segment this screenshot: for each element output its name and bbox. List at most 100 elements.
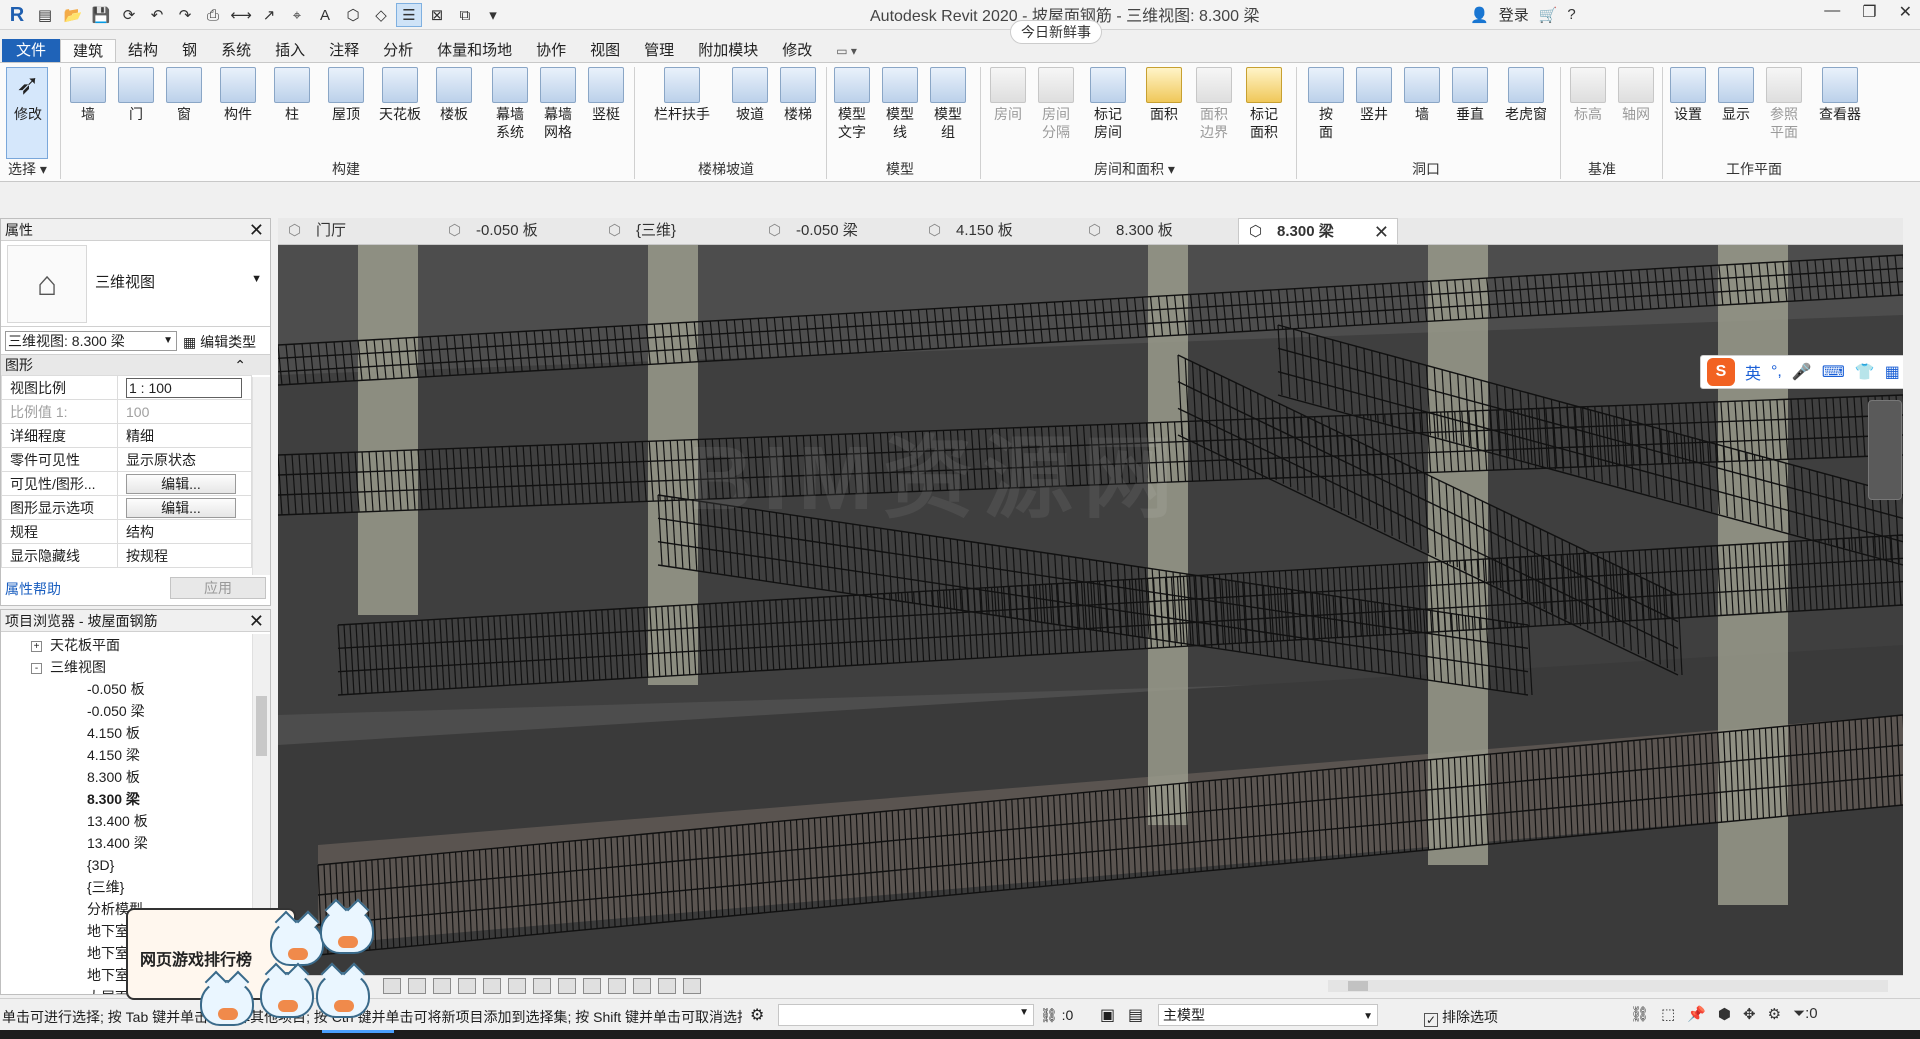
curtain-system-button[interactable]: 幕墙 系统: [486, 67, 534, 141]
reveal-hidden-icon[interactable]: [608, 978, 626, 994]
roof-button[interactable]: 屋顶: [322, 67, 370, 123]
lock-view-icon[interactable]: [558, 978, 576, 994]
tab-architecture[interactable]: 建筑: [60, 39, 117, 63]
shaft-button[interactable]: 竖井: [1350, 67, 1398, 123]
tree-item[interactable]: 8.300 板: [1, 766, 251, 788]
edit-type-button[interactable]: ▦ 编辑类型: [183, 332, 256, 352]
ref-plane-button[interactable]: 参照 平面: [1760, 67, 1808, 141]
save-icon[interactable]: 💾: [88, 3, 114, 27]
close-icon[interactable]: ✕: [249, 610, 264, 632]
highlight-displacement-icon[interactable]: [683, 978, 701, 994]
tree-item[interactable]: 13.400 板: [1, 810, 251, 832]
visual-style-icon[interactable]: [408, 978, 426, 994]
view-tab-active[interactable]: ⬡ 8.300 梁 ✕: [1238, 218, 1398, 244]
design-options-dialog-icon[interactable]: ▣: [1100, 1005, 1115, 1025]
tab-systems[interactable]: 系统: [209, 39, 263, 63]
wall-button[interactable]: 墙: [64, 67, 112, 123]
cart-icon[interactable]: 🛒: [1539, 6, 1558, 24]
apply-button[interactable]: 应用: [170, 577, 266, 599]
view-scale-input[interactable]: 1 : 100: [126, 377, 242, 398]
tree-item[interactable]: 4.150 板: [1, 722, 251, 744]
room-button[interactable]: 房间: [984, 67, 1032, 123]
3d-viewport[interactable]: BIM资源网 S 英 °, 🎤 ⌨ 👕 ▦: [278, 245, 1903, 975]
view-tab[interactable]: ⬡ -0.050 梁: [758, 218, 918, 244]
help-icon[interactable]: ?: [1567, 6, 1575, 23]
user-icon[interactable]: 👤: [1470, 6, 1489, 24]
active-option-icon[interactable]: ▤: [1128, 1005, 1143, 1025]
expand-icon[interactable]: +: [31, 640, 42, 652]
tab-structure[interactable]: 结构: [116, 39, 170, 63]
tab-addins[interactable]: 附加模块: [686, 39, 770, 63]
tag-icon[interactable]: ⌖: [284, 3, 310, 27]
ime-language[interactable]: 英: [1745, 360, 1761, 384]
ribbon-toggle-icon[interactable]: ▭ ▾: [824, 39, 869, 63]
tag-room-button[interactable]: 标记 房间: [1084, 67, 1132, 141]
view-tab[interactable]: ⬡ {三维}: [598, 218, 758, 244]
door-button[interactable]: 门: [112, 67, 160, 123]
level-button[interactable]: 标高: [1564, 67, 1612, 123]
tab-view[interactable]: 视图: [578, 39, 632, 63]
temp-hide-icon[interactable]: [583, 978, 601, 994]
model-line-button[interactable]: 模型 线: [876, 67, 924, 141]
close-icon[interactable]: ✕: [249, 219, 264, 241]
game-ranking-widget[interactable]: 网页游戏排行榜: [120, 900, 390, 1030]
tree-item[interactable]: -0.050 板: [1, 678, 251, 700]
shadows-icon[interactable]: [458, 978, 476, 994]
chevron-down-icon[interactable]: ▼: [251, 273, 262, 285]
tab-insert[interactable]: 插入: [263, 39, 317, 63]
dormer-button[interactable]: 老虎窗: [1498, 67, 1554, 123]
microphone-icon[interactable]: 🎤: [1792, 362, 1812, 382]
select-pinned-icon[interactable]: 📌: [1687, 1005, 1706, 1023]
collapse-icon[interactable]: -: [31, 662, 42, 674]
tab-modify[interactable]: 修改: [770, 39, 824, 63]
tree-folder[interactable]: + 天花板平面: [1, 634, 251, 656]
ramp-button[interactable]: 坡道: [726, 67, 774, 123]
scrollbar-track[interactable]: [1328, 980, 1888, 992]
revit-logo-icon[interactable]: R: [4, 3, 30, 27]
select-links-icon[interactable]: ⛓: [1630, 1005, 1649, 1023]
keyboard-icon[interactable]: ⌨: [1822, 362, 1845, 382]
floor-button[interactable]: 楼板: [430, 67, 478, 123]
render-icon[interactable]: [483, 978, 501, 994]
instance-selector[interactable]: 三维视图: 8.300 梁 ▼: [5, 331, 177, 351]
view-tab[interactable]: ⬡ -0.050 板: [438, 218, 598, 244]
tag-area-button[interactable]: 标记 面积: [1240, 67, 1288, 141]
horizontal-scrollbar[interactable]: [1328, 980, 1888, 992]
scrollbar-thumb[interactable]: [256, 696, 267, 756]
drag-elements-icon[interactable]: ✥: [1743, 1005, 1756, 1023]
grid-button[interactable]: 轴网: [1612, 67, 1660, 123]
filter-icon[interactable]: ⏷:0: [1793, 1005, 1818, 1023]
measure-icon[interactable]: ⟷: [228, 3, 254, 27]
component-button[interactable]: 构件: [214, 67, 262, 123]
room-separator-button[interactable]: 房间 分隔: [1032, 67, 1080, 141]
tree-item[interactable]: {三维}: [1, 876, 251, 898]
background-processes-icon[interactable]: ⚙: [1768, 1005, 1781, 1023]
worksharing-icon[interactable]: [633, 978, 651, 994]
sync-icon[interactable]: ⟳: [116, 3, 142, 27]
tree-item[interactable]: 8.300 梁: [1, 788, 251, 810]
column-button[interactable]: 柱: [268, 67, 316, 123]
show-workplane-button[interactable]: 显示: [1712, 67, 1760, 123]
scrollbar-thumb[interactable]: [1348, 981, 1368, 991]
text-icon[interactable]: A: [312, 3, 338, 27]
login-link[interactable]: 登录: [1499, 4, 1529, 25]
print-icon[interactable]: ⎙: [200, 3, 226, 27]
minimize-icon[interactable]: —: [1824, 2, 1840, 22]
tab-annotate[interactable]: 注释: [317, 39, 371, 63]
close-icon[interactable]: ✕: [1374, 219, 1389, 245]
wall-opening-button[interactable]: 墙: [1398, 67, 1446, 123]
design-option-selector[interactable]: 主模型 ▼: [1158, 1004, 1378, 1026]
tab-collaborate[interactable]: 协作: [524, 39, 578, 63]
recent-files-icon[interactable]: ▤: [32, 3, 58, 27]
window-button[interactable]: 窗: [160, 67, 208, 123]
view-tab[interactable]: ⬡ 8.300 板: [1078, 218, 1238, 244]
model-group-button[interactable]: 模型 组: [924, 67, 972, 141]
graphic-display-edit-button[interactable]: 编辑...: [126, 497, 236, 518]
redo-icon[interactable]: ↷: [172, 3, 198, 27]
sun-path-icon[interactable]: [433, 978, 451, 994]
select-by-face-icon[interactable]: ⬢: [1718, 1005, 1731, 1023]
type-selector[interactable]: ⌂ 三维视图 ▼: [1, 241, 270, 327]
design-options-icon[interactable]: ⛓: [1040, 1007, 1058, 1023]
switch-windows-icon[interactable]: ⧉: [452, 3, 478, 27]
ime-toolbar[interactable]: S 英 °, 🎤 ⌨ 👕 ▦: [1700, 355, 1903, 389]
